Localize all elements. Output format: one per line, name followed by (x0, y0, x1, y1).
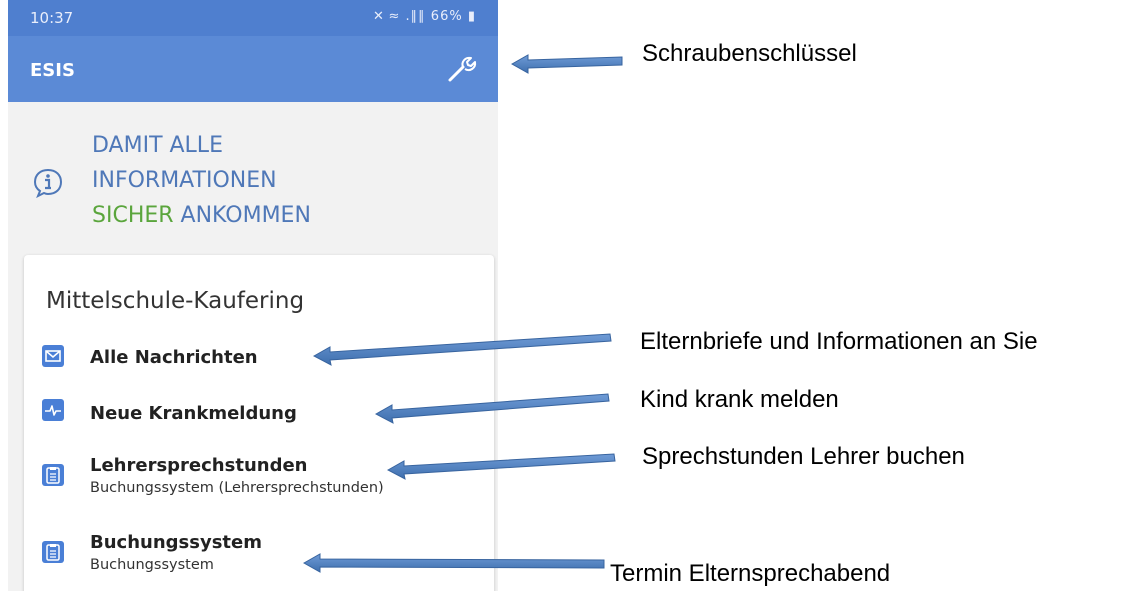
annotation-office-hours: Sprechstunden Lehrer buchen (642, 443, 965, 470)
status-indicators: ✕ ≈ .∥∥ 66% ▮ (373, 9, 476, 24)
menu-item-booking[interactable]: Buchungssystem Buchungssystem (42, 532, 482, 578)
menu-item-office-hours[interactable]: Lehrersprechstunden Buchungssystem (Lehr… (42, 455, 482, 501)
app-title: ESIS (30, 60, 75, 81)
annotation-booking: Termin Elternsprechabend (610, 560, 891, 587)
phone-screenshot: 10:37 ✕ ≈ .∥∥ 66% ▮ ESIS DAMIT ALLE INFO… (8, 0, 498, 591)
annotation-wrench: Schraubenschlüssel (642, 40, 857, 67)
menu-item-messages[interactable]: Alle Nachrichten (42, 341, 482, 387)
menu-sub-office-hours: Buchungssystem (Lehrersprechstunden) (90, 480, 384, 496)
info-line-1: DAMIT ALLE (92, 133, 223, 158)
status-time: 10:37 (30, 9, 74, 27)
menu-item-sick-note[interactable]: Neue Krankmeldung (42, 397, 482, 443)
annotation-messages: Elternbriefe und Informationen an Sie (640, 328, 1038, 355)
info-text: DAMIT ALLE INFORMATIONEN SICHER ANKOMMEN (92, 128, 311, 233)
status-bar: 10:37 ✕ ≈ .∥∥ 66% ▮ (8, 0, 498, 36)
info-ankommen: ANKOMMEN (180, 203, 311, 228)
clipboard-icon (42, 464, 64, 486)
menu-label-messages: Alle Nachrichten (90, 347, 258, 368)
school-name: Mittelschule-Kaufering (46, 288, 305, 314)
school-card: Mittelschule-Kaufering Alle Nachrichten … (24, 255, 494, 591)
info-line-2: INFORMATIONEN (92, 168, 277, 193)
info-sicher: SICHER (92, 203, 174, 228)
arrow-wrench (510, 54, 623, 74)
menu-label-office-hours: Lehrersprechstunden (90, 455, 308, 476)
menu-sub-booking: Buchungssystem (90, 557, 214, 573)
clipboard-icon (42, 541, 64, 563)
app-bar: ESIS (8, 36, 498, 102)
wrench-icon[interactable] (446, 52, 478, 84)
info-banner: DAMIT ALLE INFORMATIONEN SICHER ANKOMMEN (32, 128, 452, 238)
info-icon (32, 168, 64, 199)
annotation-sick: Kind krank melden (640, 386, 839, 413)
menu-label-booking: Buchungssystem (90, 532, 262, 553)
mail-icon (42, 345, 64, 367)
pulse-icon (42, 399, 64, 421)
menu-label-sick-note: Neue Krankmeldung (90, 403, 297, 424)
info-line-3: SICHER ANKOMMEN (92, 198, 311, 233)
